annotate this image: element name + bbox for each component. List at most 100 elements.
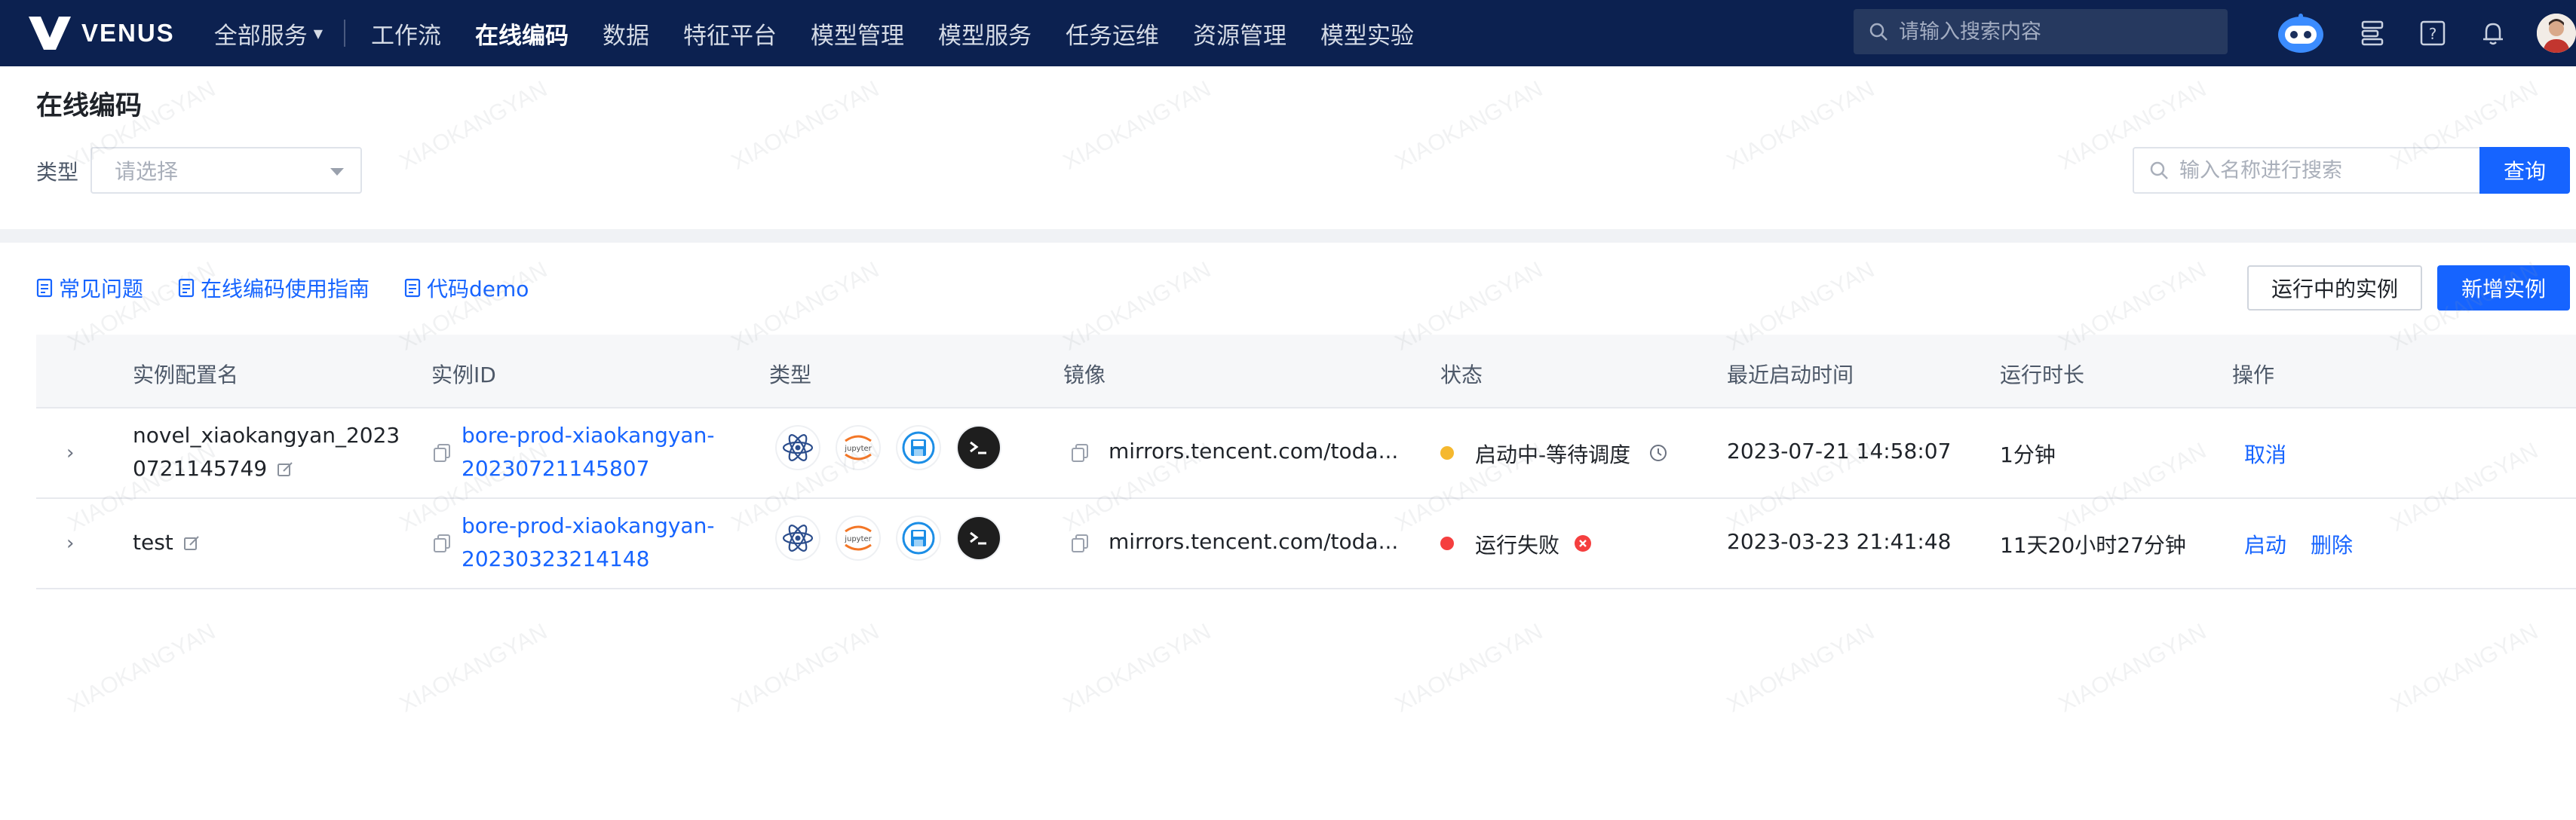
query-button[interactable]: 查询 <box>2479 147 2570 194</box>
type-filter-select[interactable]: 请选择 <box>90 147 362 194</box>
vscode-save-icon[interactable] <box>897 427 940 469</box>
running-instances-button[interactable]: 运行中的实例 <box>2247 265 2422 311</box>
faq-link-label: 常见问题 <box>59 277 144 301</box>
clock-icon <box>1650 445 1667 461</box>
global-search[interactable] <box>1854 9 2228 54</box>
config-name: novel_xiaokangyan_2023 0721145749 <box>133 419 400 485</box>
dropdown-arrow-icon <box>330 168 344 176</box>
watermark-text: XIAOKANGYAN <box>395 619 552 718</box>
watermark-text: XIAOKANGYAN <box>2386 619 2543 718</box>
copy-icon[interactable] <box>433 534 451 553</box>
robot-assistant-icon[interactable] <box>2276 12 2326 54</box>
watermark-text: XIAOKANGYAN <box>1391 76 1547 175</box>
copy-icon[interactable] <box>1071 443 1089 463</box>
watermark-text: XIAOKANGYAN <box>1722 76 1879 175</box>
name-search-box[interactable] <box>2133 147 2481 194</box>
svg-text:?: ? <box>2429 25 2437 43</box>
table-header: 实例配置名 实例ID 类型 镜像 状态 最近启动时间 运行时长 操作 <box>36 335 2576 408</box>
instance-id-link[interactable]: bore-prod-xiaokangyan- 20230323214148 <box>462 509 714 576</box>
type-filter-label: 类型 <box>36 160 79 185</box>
nav-item-data[interactable]: 数据 <box>603 17 649 50</box>
col-header-status: 状态 <box>1440 363 1483 387</box>
col-header-start-time: 最近启动时间 <box>1727 363 1854 387</box>
user-avatar[interactable] <box>2537 14 2576 53</box>
watermark-text: XIAOKANGYAN <box>1391 619 1547 718</box>
col-header-duration: 运行时长 <box>2000 363 2085 387</box>
instances-table: 实例配置名 实例ID 类型 镜像 状态 最近启动时间 运行时长 操作 › nov… <box>36 335 2576 589</box>
notification-bell-icon[interactable] <box>2476 17 2510 50</box>
nav-item-model-service[interactable]: 模型服务 <box>938 17 1032 50</box>
col-header-mirror: 镜像 <box>1063 363 1106 387</box>
instance-id-line2: 20230323214148 <box>462 546 650 571</box>
copy-icon[interactable] <box>1071 534 1089 553</box>
instance-id-line1: bore-prod-xiaokangyan- <box>462 513 715 538</box>
add-instance-button[interactable]: 新增实例 <box>2437 265 2570 311</box>
table-row: › test bore-prod-xiaokangyan- 2023032321… <box>36 499 2576 589</box>
global-search-input[interactable] <box>1899 20 2216 44</box>
config-name-line2: 0721145749 <box>133 456 268 481</box>
watermark-text: XIAOKANGYAN <box>727 619 884 718</box>
vscode-save-icon[interactable] <box>897 517 940 559</box>
status-dot-error <box>1440 537 1454 550</box>
config-name-line1: test <box>133 530 173 555</box>
name-search-input[interactable] <box>2179 158 2481 182</box>
duration: 1分钟 <box>2000 442 2056 467</box>
faq-link[interactable]: 常见问题 <box>36 273 143 303</box>
nav-all-services[interactable]: 全部服务 ▼ <box>214 17 323 50</box>
top-right-icons: ? <box>2276 0 2576 66</box>
logo[interactable]: VENUS <box>29 0 175 66</box>
watermark-text: XIAOKANGYAN <box>2054 619 2211 718</box>
page-title: 在线编码 <box>36 91 143 121</box>
nav-item-model-experiment[interactable]: 模型实验 <box>1320 17 1414 50</box>
code-demo-link[interactable]: 代码demo <box>404 273 529 303</box>
status-text: 启动中-等待调度 <box>1475 442 1631 467</box>
copy-icon[interactable] <box>433 443 451 463</box>
edit-icon[interactable] <box>182 534 201 552</box>
usage-guide-link[interactable]: 在线编码使用指南 <box>178 273 370 303</box>
terminal-icon[interactable] <box>958 517 1000 559</box>
config-name: test <box>133 526 201 559</box>
delete-action[interactable]: 删除 <box>2311 529 2353 559</box>
error-icon[interactable] <box>1573 534 1593 553</box>
nav-item-feature-platform[interactable]: 特征平台 <box>683 17 777 50</box>
expand-row-icon[interactable]: › <box>66 442 74 464</box>
main-nav: 全部服务 ▼ 工作流 在线编码 数据 特征平台 模型管理 模型服务 任务运维 资… <box>214 0 1448 66</box>
jupyterlab-icon[interactable]: jupyter <box>837 427 879 469</box>
nav-item-task-ops[interactable]: 任务运维 <box>1066 17 1159 50</box>
instance-id-link[interactable]: bore-prod-xiaokangyan- 20230721145807 <box>462 419 714 485</box>
venus-logo-icon <box>29 17 71 50</box>
atom-icon[interactable] <box>777 427 819 469</box>
watermark-text: XIAOKANGYAN <box>395 76 552 175</box>
watermark-text: XIAOKANGYAN <box>1059 76 1216 175</box>
start-action[interactable]: 启动 <box>2244 529 2286 559</box>
jupyter-wordmark: jupyter <box>844 445 872 453</box>
instance-id-line2: 20230721145807 <box>462 456 650 481</box>
expand-row-icon[interactable]: › <box>66 532 74 555</box>
edit-icon[interactable] <box>276 460 294 479</box>
nav-item-model-management[interactable]: 模型管理 <box>811 17 904 50</box>
nav-item-workflow[interactable]: 工作流 <box>371 17 441 50</box>
nav-all-services-label: 全部服务 <box>213 22 308 50</box>
jupyterlab-icon[interactable]: jupyter <box>837 517 879 559</box>
atom-icon[interactable] <box>777 517 819 559</box>
type-filter-placeholder: 请选择 <box>115 159 179 184</box>
watermark-text: XIAOKANGYAN <box>63 619 220 718</box>
directory-icon[interactable] <box>2356 17 2389 50</box>
document-icon <box>178 278 195 298</box>
start-time: 2023-03-23 21:41:48 <box>1727 529 1952 554</box>
watermark-text: XIAOKANGYAN <box>727 76 884 175</box>
nav-item-resource-management[interactable]: 资源管理 <box>1193 17 1286 50</box>
col-header-instance-id: 实例ID <box>431 363 496 387</box>
mirror-text: mirrors.tencent.com/toda... <box>1109 439 1399 464</box>
terminal-icon[interactable] <box>958 427 1000 469</box>
status-text: 运行失败 <box>1475 533 1560 558</box>
jupyter-wordmark: jupyter <box>844 535 872 543</box>
search-icon <box>2150 161 2168 179</box>
help-icon[interactable]: ? <box>2416 17 2449 50</box>
col-header-actions: 操作 <box>2232 363 2275 387</box>
cancel-action[interactable]: 取消 <box>2244 439 2286 469</box>
start-time: 2023-07-21 14:58:07 <box>1727 439 1952 464</box>
nav-item-online-coding[interactable]: 在线编码 <box>475 17 569 50</box>
usage-guide-link-label: 在线编码使用指南 <box>201 277 370 301</box>
document-icon <box>404 278 421 298</box>
